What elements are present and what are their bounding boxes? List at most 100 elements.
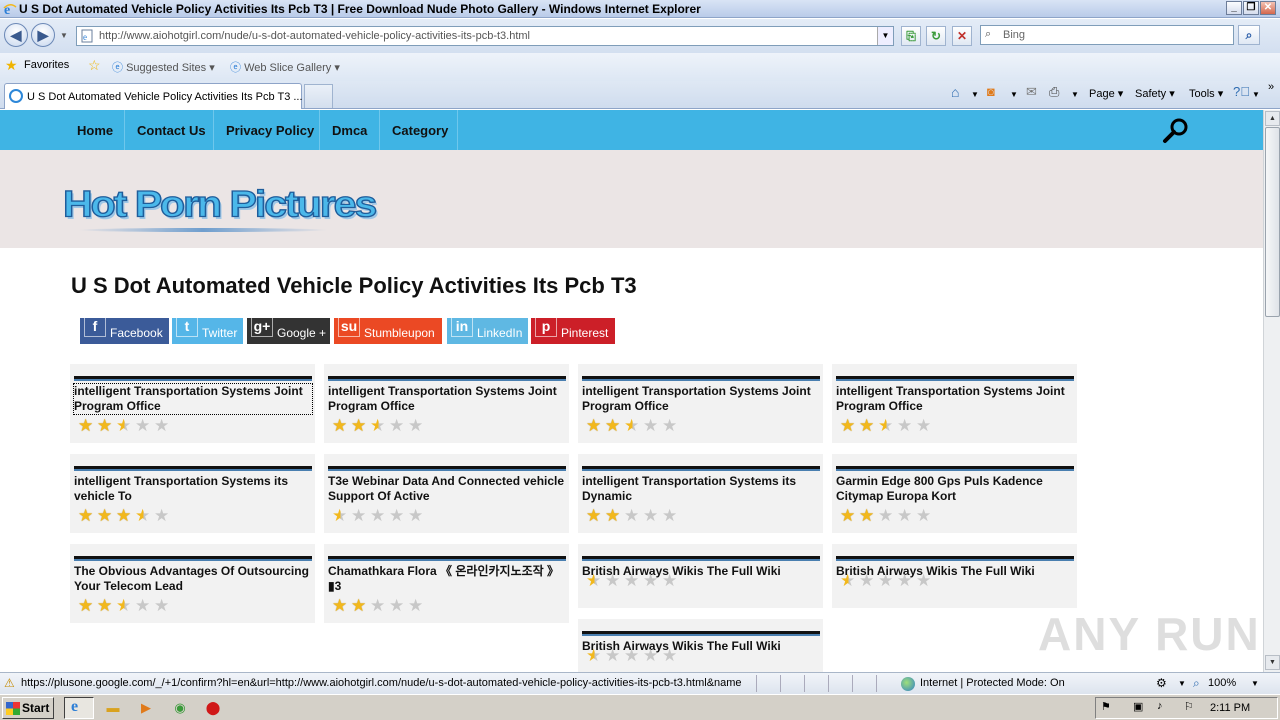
star-icon[interactable]: ★ [351,597,368,614]
star-rating[interactable]: ★ ★ ★ ★ ★ [840,507,935,525]
tab-active[interactable]: U S Dot Automated Vehicle Policy Activit… [4,83,303,109]
star-icon[interactable]: ★ [408,597,425,614]
scroll-down-icon[interactable]: ▼ [1265,655,1280,670]
star-icon[interactable]: ★ [389,597,406,614]
card-thumbnail-strip[interactable] [836,466,1074,471]
media-player-icon[interactable]: ▶ [136,698,156,718]
star-rating[interactable]: ★ ★ ★ ★ ★ [332,417,427,435]
vertical-scrollbar[interactable]: ▲ ▼ [1263,110,1280,672]
feeds-dropdown-icon[interactable]: ▼ [1010,90,1018,99]
star-icon[interactable]: ★ [605,417,622,434]
search-box[interactable]: ⌕ Bing [980,25,1234,45]
star-icon[interactable]: ★ [586,572,603,589]
minimize-button[interactable]: _ [1226,1,1242,15]
star-rating[interactable]: ★ ★ ★ ★ ★ [586,647,681,665]
share-google-button[interactable]: g+ Google + [247,315,330,344]
card-thumbnail-strip[interactable] [328,466,566,471]
gallery-card[interactable]: intelligent Transportation Systems Joint… [70,364,315,443]
star-icon[interactable]: ★ [97,507,114,524]
star-icon[interactable]: ★ [586,417,603,434]
star-icon[interactable]: ★ [643,507,660,524]
taskbar-ie-button[interactable]: e [64,697,94,719]
star-icon[interactable]: ★ [135,417,152,434]
tools-menu[interactable]: Tools ▾ [1189,87,1223,100]
tray-flag-icon[interactable]: ⚑ [1101,700,1111,713]
star-icon[interactable]: ★ [878,507,895,524]
star-icon[interactable]: ★ [605,572,622,589]
share-stumbleupon-button[interactable]: su Stumbleupon [334,315,442,344]
star-icon[interactable]: ★ [840,572,857,589]
star-icon[interactable]: ★ [662,572,679,589]
site-search-icon[interactable] [1162,116,1190,144]
chrome-icon[interactable]: ◉ [170,698,190,718]
card-thumbnail-strip[interactable] [582,376,820,381]
nav-contact-us[interactable]: Contact Us [137,123,206,138]
card-thumbnail-strip[interactable] [582,556,820,561]
card-title[interactable]: intelligent Transportation Systems Joint… [836,384,1074,414]
star-rating[interactable]: ★ ★ ★ ★ ★ [332,507,427,525]
star-icon[interactable]: ★ [135,507,152,524]
feeds-icon[interactable]: ◙ [987,84,995,99]
star-icon[interactable]: ★ [859,507,876,524]
back-button[interactable]: ◀ [4,23,28,47]
star-icon[interactable]: ★ [624,507,641,524]
card-thumbnail-strip[interactable] [328,376,566,381]
opera-icon[interactable]: ⬤ [203,698,223,718]
help-icon[interactable]: ?⃝ [1233,84,1250,99]
star-rating[interactable]: ★ ★ ★ ★ ★ [840,417,935,435]
star-rating[interactable]: ★ ★ ★ ★ ★ [840,572,935,590]
maximize-button[interactable]: ❐ [1243,1,1259,15]
address-bar[interactable]: e http://www.aiohotgirl.com/nude/u-s-dot… [76,26,894,46]
star-rating[interactable]: ★ ★ ★ ★ ★ [78,597,173,615]
card-title[interactable]: intelligent Transportation Systems its D… [582,474,820,504]
help-dropdown-icon[interactable]: ▼ [1252,90,1260,99]
star-icon[interactable]: ★ [78,507,95,524]
zoom-dropdown-icon[interactable]: ▼ [1251,679,1259,688]
card-title[interactable]: The Obvious Advantages Of Outsourcing Yo… [74,564,312,594]
star-rating[interactable]: ★ ★ ★ ★ ★ [78,507,173,525]
star-rating[interactable]: ★ ★ ★ ★ ★ [586,572,681,590]
star-rating[interactable]: ★ ★ ★ ★ ★ [332,597,427,615]
star-icon[interactable]: ★ [916,572,933,589]
star-icon[interactable]: ★ [643,572,660,589]
print-icon[interactable]: ⎙ [1049,84,1059,100]
star-icon[interactable]: ★ [154,597,171,614]
add-to-favorites-icon[interactable]: ☆ [88,57,101,74]
recent-pages-dropdown-icon[interactable]: ▼ [60,31,68,40]
card-thumbnail-strip[interactable] [836,556,1074,561]
card-title[interactable]: intelligent Transportation Systems Joint… [328,384,566,414]
card-title[interactable]: T3e Webinar Data And Connected vehicle S… [328,474,566,504]
star-icon[interactable]: ★ [332,597,349,614]
search-button[interactable]: ⌕ [1238,25,1260,45]
star-icon[interactable]: ★ [116,597,133,614]
security-zone-text[interactable]: Internet | Protected Mode: On [920,677,1065,689]
card-title[interactable]: intelligent Transportation Systems its v… [74,474,312,504]
gallery-card[interactable]: Garmin Edge 800 Gps Puls Kadence Citymap… [832,454,1077,533]
card-thumbnail-strip[interactable] [582,466,820,471]
star-icon[interactable]: ★ [78,597,95,614]
gallery-card[interactable]: British Airways Wikis The Full Wiki ★ ★ ★ ★ ★ [578,544,823,608]
forward-button[interactable]: ▶ [31,23,55,47]
star-icon[interactable]: ★ [332,507,349,524]
star-icon[interactable]: ★ [840,417,857,434]
card-thumbnail-strip[interactable] [74,556,312,561]
star-icon[interactable]: ★ [586,507,603,524]
network-icon[interactable]: ▣ [1133,700,1143,713]
gallery-card[interactable]: Chamathkara Flora 《 온라인카지노조작 》 ▮3 ★ ★ ★ ★ ★ [324,544,569,623]
star-icon[interactable]: ★ [351,417,368,434]
star-icon[interactable]: ★ [859,572,876,589]
star-icon[interactable]: ★ [154,417,171,434]
star-rating[interactable]: ★ ★ ★ ★ ★ [586,417,681,435]
star-icon[interactable]: ★ [897,507,914,524]
card-thumbnail-strip[interactable] [74,466,312,471]
card-title[interactable]: Chamathkara Flora 《 온라인카지노조작 》 ▮3 [328,564,566,594]
clock[interactable]: 2:11 PM [1210,702,1250,714]
site-logo[interactable]: Hot Porn Pictures [62,182,378,225]
address-dropdown-icon[interactable]: ▼ [877,27,893,45]
star-rating[interactable]: ★ ★ ★ ★ ★ [78,417,173,435]
gallery-card[interactable]: T3e Webinar Data And Connected vehicle S… [324,454,569,533]
nav-dmca[interactable]: Dmca [332,123,367,138]
star-icon[interactable]: ★ [370,597,387,614]
star-icon[interactable]: ★ [408,417,425,434]
star-icon[interactable]: ★ [624,572,641,589]
